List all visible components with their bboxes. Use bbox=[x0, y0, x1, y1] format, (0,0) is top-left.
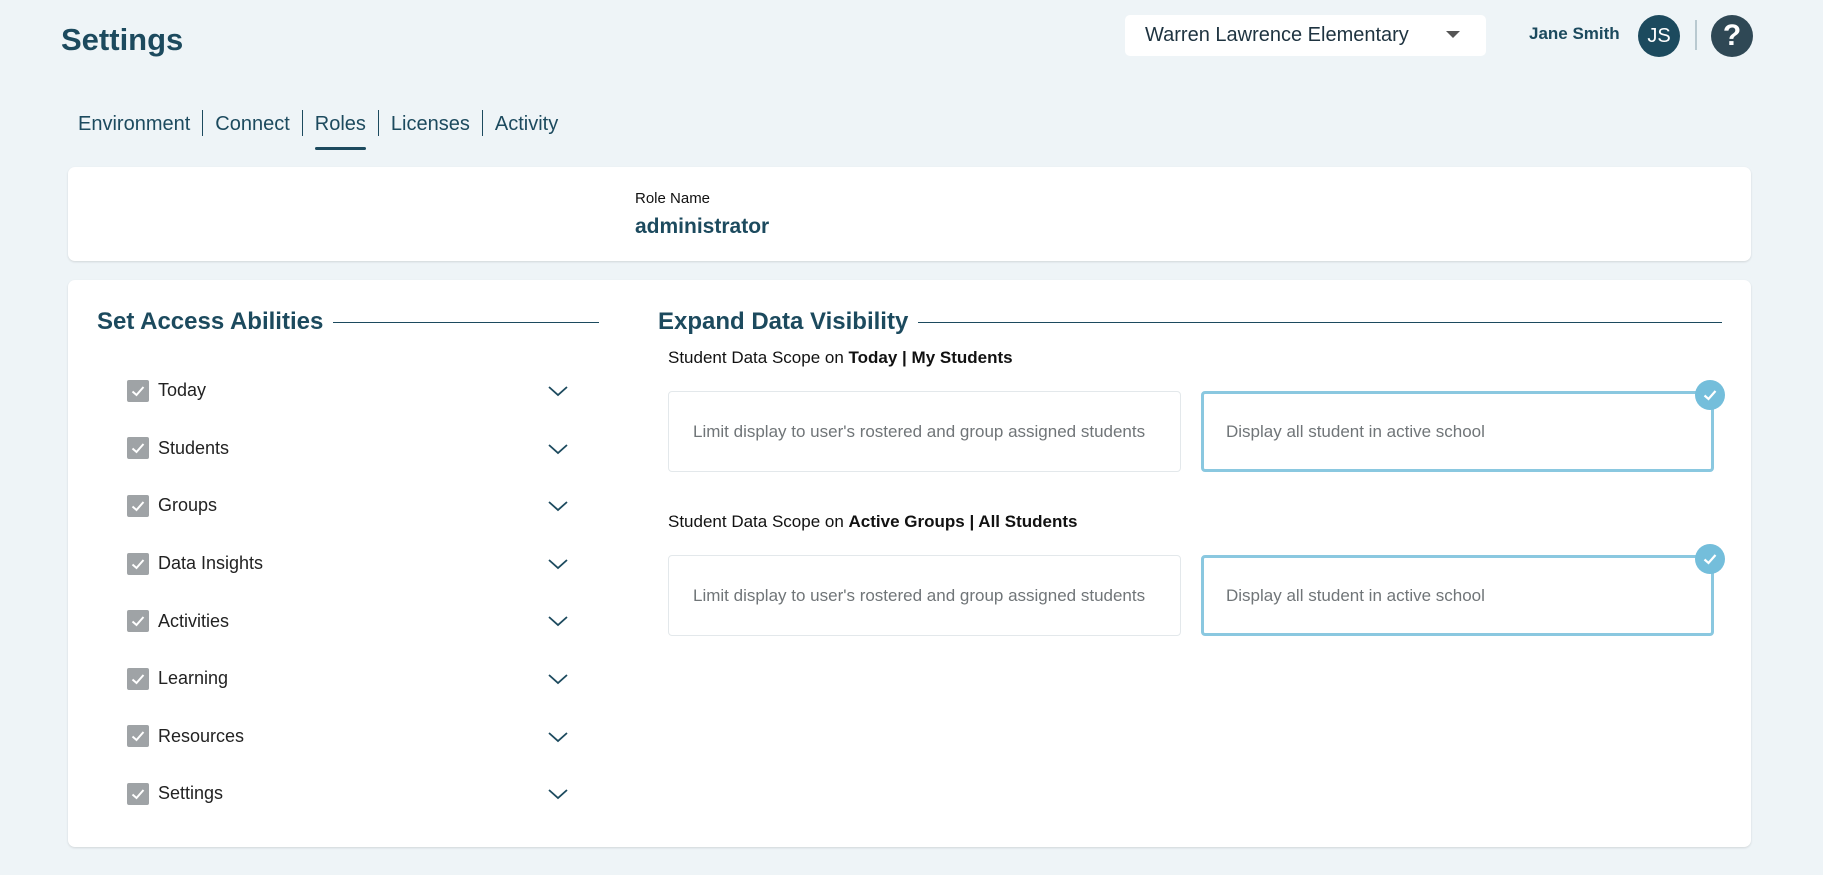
scope-option-limit-today[interactable]: Limit display to user's rostered and gro… bbox=[668, 391, 1181, 472]
scope-option-limit-active-groups[interactable]: Limit display to user's rostered and gro… bbox=[668, 555, 1181, 636]
role-card: Role Name administrator bbox=[68, 167, 1751, 261]
access-section-title: Set Access Abilities bbox=[97, 308, 599, 336]
scope-heading-today: Student Data Scope on Today | My Student… bbox=[668, 348, 1013, 368]
check-icon bbox=[131, 731, 145, 742]
header-divider bbox=[1695, 20, 1697, 50]
role-name-value: administrator bbox=[635, 215, 770, 238]
user-name: Jane Smith bbox=[1529, 24, 1620, 43]
scope-option-label: Limit display to user's rostered and gro… bbox=[693, 586, 1146, 605]
chevron-down-icon[interactable] bbox=[547, 438, 569, 460]
ability-label: Groups bbox=[158, 495, 218, 516]
school-select-value: Warren Lawrence Elementary bbox=[1145, 24, 1409, 46]
check-icon bbox=[131, 501, 145, 512]
scope-option-all-today[interactable]: Display all student in active school bbox=[1201, 380, 1725, 472]
ability-checkbox[interactable] bbox=[127, 552, 149, 575]
ability-checkbox[interactable] bbox=[127, 725, 149, 748]
ability-checkbox[interactable] bbox=[127, 667, 149, 690]
section-divider bbox=[333, 321, 599, 323]
ability-label: Data Insights bbox=[158, 553, 264, 574]
chevron-down-icon[interactable] bbox=[547, 495, 569, 517]
tab-licenses[interactable]: Licenses bbox=[377, 110, 482, 136]
ability-item-data-insights[interactable]: Data Insights bbox=[127, 535, 569, 593]
check-icon bbox=[131, 443, 145, 454]
ability-item-activities[interactable]: Activities bbox=[127, 592, 569, 650]
tab-roles[interactable]: Roles bbox=[301, 110, 378, 150]
ability-label: Students bbox=[158, 437, 230, 458]
ability-item-learning[interactable]: Learning bbox=[127, 650, 569, 708]
role-permissions-card: Set Access Abilities Today Students Grou… bbox=[68, 280, 1751, 847]
caret-down-icon bbox=[1446, 31, 1460, 38]
ability-checkbox[interactable] bbox=[127, 379, 149, 402]
help-icon: ? bbox=[1722, 19, 1742, 52]
role-name-label: Role Name bbox=[635, 190, 711, 207]
check-icon bbox=[131, 616, 145, 627]
scope-option-label: Display all student in active school bbox=[1226, 586, 1485, 605]
check-icon bbox=[131, 789, 145, 800]
access-section-heading: Set Access Abilities bbox=[97, 308, 324, 335]
chevron-down-icon[interactable] bbox=[547, 380, 569, 402]
scope-target: Active Groups | All Students bbox=[848, 512, 1078, 531]
scope-prefix: Student Data Scope on bbox=[668, 348, 849, 367]
help-button[interactable]: ? bbox=[1711, 15, 1753, 57]
ability-label: Today bbox=[158, 380, 207, 401]
check-icon bbox=[131, 386, 145, 397]
ability-item-groups[interactable]: Groups bbox=[127, 477, 569, 535]
ability-checkbox[interactable] bbox=[127, 437, 149, 460]
section-divider bbox=[918, 321, 1722, 323]
ability-checkbox[interactable] bbox=[127, 494, 149, 517]
ability-list: Today Students Groups Data Insights Acti… bbox=[127, 362, 569, 823]
ability-item-students[interactable]: Students bbox=[127, 420, 569, 478]
chevron-down-icon[interactable] bbox=[547, 726, 569, 748]
page-title: Settings bbox=[61, 22, 184, 57]
ability-label: Activities bbox=[158, 610, 230, 631]
scope-heading-active-groups: Student Data Scope on Active Groups | Al… bbox=[668, 512, 1077, 532]
chevron-down-icon[interactable] bbox=[547, 553, 569, 575]
ability-checkbox[interactable] bbox=[127, 610, 149, 633]
ability-item-today[interactable]: Today bbox=[127, 362, 569, 420]
chevron-down-icon[interactable] bbox=[547, 783, 569, 805]
scope-option-all-active-groups[interactable]: Display all student in active school bbox=[1201, 544, 1725, 636]
scope-prefix: Student Data Scope on bbox=[668, 512, 849, 531]
ability-checkbox[interactable] bbox=[127, 782, 149, 805]
tab-environment[interactable]: Environment bbox=[78, 110, 202, 136]
scope-target: Today | My Students bbox=[848, 348, 1013, 367]
ability-label: Resources bbox=[158, 725, 245, 746]
ability-label: Learning bbox=[158, 668, 229, 689]
check-circle-icon bbox=[1695, 544, 1725, 574]
avatar[interactable]: JS bbox=[1638, 15, 1680, 57]
ability-item-resources[interactable]: Resources bbox=[127, 708, 569, 766]
scope-option-label: Limit display to user's rostered and gro… bbox=[693, 422, 1146, 441]
visibility-section-title: Expand Data Visibility bbox=[658, 308, 1722, 336]
settings-tabs: Environment Connect Roles Licenses Activ… bbox=[78, 110, 570, 150]
ability-label: Settings bbox=[158, 783, 224, 804]
tab-activity[interactable]: Activity bbox=[481, 110, 570, 136]
ability-item-settings[interactable]: Settings bbox=[127, 765, 569, 823]
scope-option-label: Display all student in active school bbox=[1226, 422, 1485, 441]
school-select[interactable]: Warren Lawrence Elementary bbox=[1125, 15, 1486, 56]
check-icon bbox=[131, 674, 145, 685]
chevron-down-icon[interactable] bbox=[547, 610, 569, 632]
check-icon bbox=[131, 558, 145, 569]
chevron-down-icon[interactable] bbox=[547, 668, 569, 690]
visibility-section-heading: Expand Data Visibility bbox=[658, 308, 909, 335]
check-circle-icon bbox=[1695, 380, 1725, 410]
tab-connect[interactable]: Connect bbox=[202, 110, 302, 136]
